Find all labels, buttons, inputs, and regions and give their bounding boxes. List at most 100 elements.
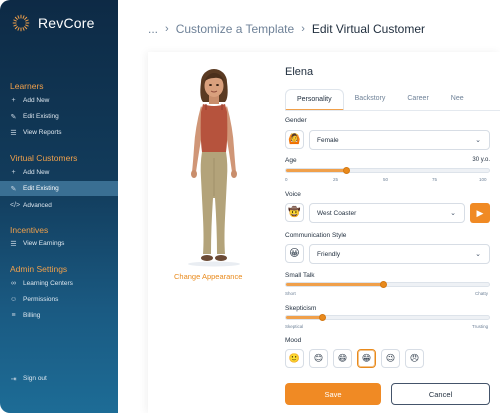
section-title-virtual-customers: Virtual Customers — [10, 153, 78, 163]
mood-option[interactable]: 🙂 — [285, 349, 304, 368]
gender-emoji-icon: 🙆 — [285, 130, 304, 149]
mood-option[interactable]: 😉 — [381, 349, 400, 368]
age-tick: 75 — [432, 177, 438, 182]
gender-select[interactable]: Female ⌄ — [309, 130, 490, 150]
age-slider-handle[interactable] — [343, 167, 351, 174]
sidebar-item-label: Permissions — [23, 296, 59, 303]
skepticism-min-label: Skeptical — [285, 324, 304, 329]
communication-style-label: Communication Style — [285, 232, 347, 239]
sidebar-item-learners-add-new[interactable]: + Add New — [0, 93, 118, 108]
breadcrumb: ... › Customize a Template › Edit Virtua… — [148, 22, 425, 36]
customer-tabs: Personality Backstory Career Nee — [285, 89, 500, 111]
skepticism-slider-handle[interactable] — [319, 314, 327, 321]
pencil-icon: ✎ — [10, 113, 17, 121]
revcore-logo-icon — [12, 14, 30, 32]
change-appearance-link[interactable]: Change Appearance — [174, 272, 242, 281]
sidebar-item-label: Billing — [23, 312, 41, 319]
mood-option[interactable]: 😊 — [309, 349, 328, 368]
sidebar: RevCore Learners + Add New ✎ Edit Existi… — [0, 0, 118, 413]
age-tick: 50 — [383, 177, 389, 182]
mood-option[interactable]: 😄 — [333, 349, 352, 368]
sidebar-item-learners-edit-existing[interactable]: ✎ Edit Existing — [0, 109, 118, 124]
tab-career[interactable]: Career — [396, 89, 439, 110]
chevron-right-icon: › — [165, 23, 169, 35]
voice-label: Voice — [285, 191, 301, 198]
sidebar-item-label: Advanced — [23, 202, 52, 209]
list-icon: ☰ — [10, 129, 17, 137]
chevron-down-icon: ⌄ — [475, 137, 481, 144]
plus-icon: + — [11, 97, 16, 104]
link-icon: ∞ — [11, 280, 16, 287]
sidebar-item-label: Add New — [23, 97, 50, 104]
list-icon: ☰ — [10, 240, 17, 248]
mood-option[interactable]: 😠 — [405, 349, 424, 368]
sign-out-button[interactable]: ⇥ Sign out — [0, 371, 118, 386]
sidebar-item-billing[interactable]: ≡ Billing — [0, 308, 118, 323]
customer-avatar — [175, 68, 253, 268]
sidebar-item-label: Learning Centers — [23, 280, 73, 287]
sidebar-item-view-reports[interactable]: ☰ View Reports — [0, 125, 118, 140]
app-logo[interactable]: RevCore — [10, 12, 95, 34]
mood-option[interactable]: 😁 — [357, 349, 376, 368]
sidebar-item-advanced[interactable]: </> Advanced — [0, 198, 118, 213]
section-title-incentives: Incentives — [10, 225, 49, 235]
small-talk-max-label: Chatty — [475, 291, 489, 296]
small-talk-slider-handle[interactable] — [379, 281, 387, 288]
app-name: RevCore — [38, 15, 95, 31]
small-talk-label: Small Talk — [285, 272, 315, 279]
age-label: Age — [285, 157, 297, 164]
voice-select[interactable]: West Coaster ⌄ — [309, 203, 465, 223]
chevron-down-icon: ⌄ — [475, 251, 481, 258]
tab-needs[interactable]: Nee — [440, 89, 475, 110]
sign-out-label: Sign out — [23, 375, 47, 382]
small-talk-min-label: Short — [285, 291, 296, 296]
mood-options: 🙂 😊 😄 😁 😉 😠 — [285, 349, 424, 368]
small-talk-slider[interactable] — [285, 281, 490, 288]
sidebar-item-vc-edit-existing[interactable]: ✎ Edit Existing — [0, 181, 118, 196]
sign-out-icon: ⇥ — [10, 375, 17, 383]
mood-label: Mood — [285, 337, 302, 344]
avatar-figure-image — [188, 69, 240, 267]
cancel-button[interactable]: Cancel — [391, 383, 490, 405]
skepticism-max-label: Trusting — [472, 324, 489, 329]
tab-backstory[interactable]: Backstory — [344, 89, 397, 110]
skepticism-slider[interactable] — [285, 314, 490, 321]
communication-style-select-value: Friendly — [317, 250, 341, 258]
communication-style-select[interactable]: Friendly ⌄ — [309, 244, 490, 264]
breadcrumb-current: Edit Virtual Customer — [311, 22, 426, 36]
sidebar-item-vc-add-new[interactable]: + Add New — [0, 165, 118, 180]
section-title-admin-settings: Admin Settings — [10, 264, 68, 274]
voice-emoji-icon: 🤠 — [285, 203, 304, 222]
save-button[interactable]: Save — [285, 383, 381, 405]
play-icon: ▶ — [476, 207, 484, 218]
sidebar-item-learning-centers[interactable]: ∞ Learning Centers — [0, 276, 118, 291]
code-icon: </> — [10, 202, 21, 209]
gender-select-value: Female — [317, 136, 339, 144]
play-voice-button[interactable]: ▶ — [470, 203, 490, 223]
breadcrumb-ellipsis[interactable]: ... — [148, 22, 158, 36]
sidebar-item-view-earnings[interactable]: ☰ View Earnings — [0, 236, 118, 251]
sidebar-item-label: Edit Existing — [23, 185, 59, 192]
sidebar-item-label: View Earnings — [23, 240, 65, 247]
small-talk-slider-fill — [286, 283, 384, 286]
user-check-icon: ☺ — [10, 296, 18, 303]
age-tick: 25 — [333, 177, 339, 182]
chevron-down-icon: ⌄ — [450, 210, 456, 217]
tab-personality[interactable]: Personality — [285, 89, 344, 110]
customer-name: Elena — [285, 66, 314, 78]
age-slider[interactable] — [285, 167, 490, 174]
communication-style-emoji-icon: 😀 — [285, 244, 304, 263]
sidebar-item-label: View Reports — [23, 129, 62, 136]
age-slider-fill — [286, 169, 347, 172]
voice-select-value: West Coaster — [317, 209, 357, 217]
skepticism-label: Skepticism — [285, 305, 317, 312]
sidebar-item-label: Edit Existing — [23, 113, 59, 120]
age-tick: 0 — [285, 177, 288, 182]
sidebar-item-permissions[interactable]: ☺ Permissions — [0, 292, 118, 307]
skepticism-slider-fill — [286, 316, 323, 319]
pencil-icon: ✎ — [10, 185, 17, 193]
age-tick: 100 — [479, 177, 487, 182]
breadcrumb-customize-template[interactable]: Customize a Template — [176, 22, 295, 36]
sidebar-item-label: Add New — [23, 169, 50, 176]
plus-icon: + — [11, 169, 16, 176]
